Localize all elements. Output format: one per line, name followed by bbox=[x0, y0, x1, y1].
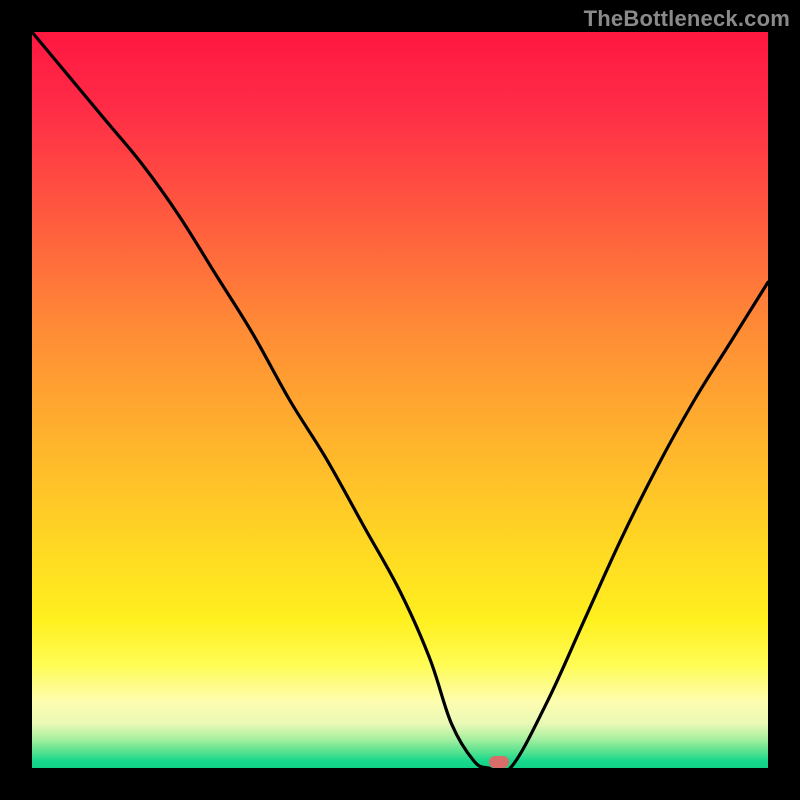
bottleneck-curve-svg bbox=[32, 32, 768, 768]
optimum-marker bbox=[489, 756, 509, 768]
bottleneck-curve-path bbox=[32, 32, 768, 768]
chart-plot-area bbox=[32, 32, 768, 768]
watermark-text: TheBottleneck.com bbox=[584, 6, 790, 32]
